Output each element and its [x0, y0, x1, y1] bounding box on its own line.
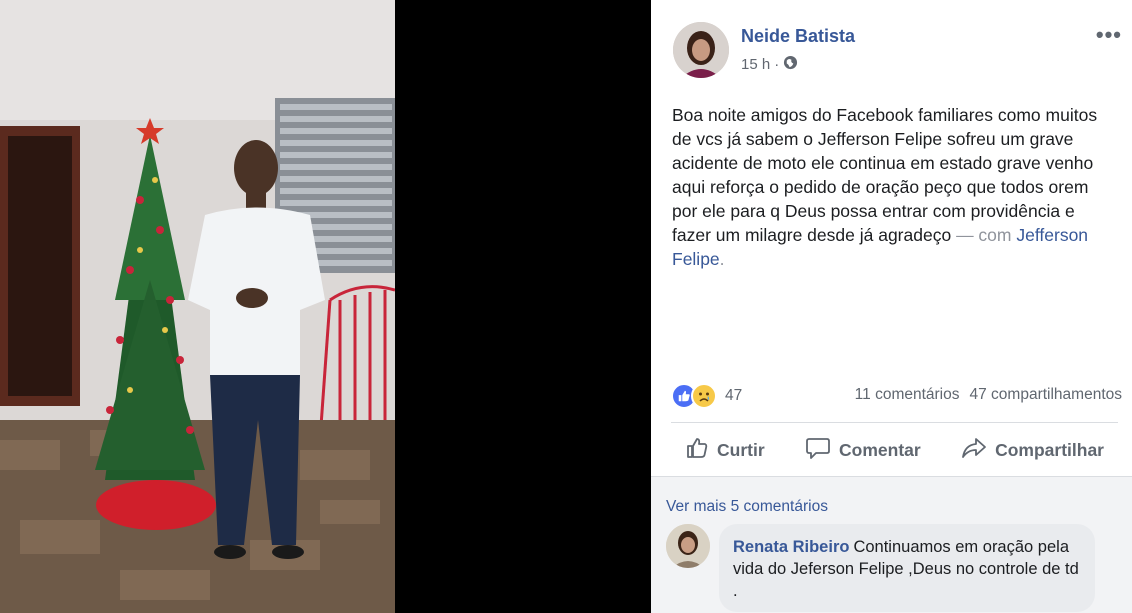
comments-section: Ver mais 5 comentários Renata Ribeiro Con…	[651, 476, 1132, 613]
like-button[interactable]: Curtir	[671, 436, 779, 465]
post-actions: Curtir Comentar Compartilhar	[671, 432, 1118, 468]
author-name[interactable]: Neide Batista	[741, 26, 855, 47]
globe-icon[interactable]	[783, 55, 798, 74]
share-arrow-icon	[961, 436, 987, 465]
share-label: Compartilhar	[995, 439, 1104, 460]
share-button[interactable]: Compartilhar	[947, 436, 1118, 465]
post-body: Boa noite amigos do Facebook familiares …	[672, 103, 1112, 271]
meta-separator: ·	[774, 56, 780, 73]
post-photo[interactable]	[0, 0, 395, 613]
tag-suffix: .	[719, 249, 725, 269]
engagement-counts: 11 comentários 47 compartilhamentos	[855, 386, 1122, 404]
commenter-name[interactable]: Renata Ribeiro	[733, 538, 849, 556]
comment-bubble: Renata Ribeiro Continuamos em oração pela…	[719, 524, 1095, 612]
post-time[interactable]: 15 h	[741, 56, 770, 73]
reactions-summary[interactable]: 47	[671, 383, 742, 409]
comment-label: Comentar	[839, 439, 921, 460]
reaction-count: 47	[725, 387, 743, 404]
commenter-avatar[interactable]	[666, 524, 710, 568]
comment-bubble-icon	[805, 436, 831, 465]
sad-reaction-icon	[691, 383, 717, 409]
photo-viewer	[0, 0, 651, 613]
comment-button[interactable]: Comentar	[791, 436, 935, 465]
post-panel: Neide Batista 15 h · ••• Boa noite amigo…	[651, 0, 1132, 613]
comments-count-link[interactable]: 11 comentários	[855, 386, 960, 404]
shares-count-link[interactable]: 47 compartilhamentos	[970, 386, 1123, 404]
with-label: — com	[956, 225, 1012, 245]
like-label: Curtir	[717, 439, 765, 460]
post-header: Neide Batista 15 h · •••	[673, 22, 1122, 82]
author-avatar[interactable]	[673, 22, 729, 78]
divider	[671, 422, 1118, 423]
more-options-icon[interactable]: •••	[1096, 22, 1122, 48]
thumbs-up-icon	[685, 436, 709, 465]
post-meta: 15 h ·	[741, 55, 798, 74]
post-stats: 47 11 comentários 47 compartilhamentos	[671, 383, 1122, 409]
view-more-comments-link[interactable]: Ver mais 5 comentários	[666, 498, 828, 516]
post-message: Boa noite amigos do Facebook familiares …	[672, 105, 1098, 245]
